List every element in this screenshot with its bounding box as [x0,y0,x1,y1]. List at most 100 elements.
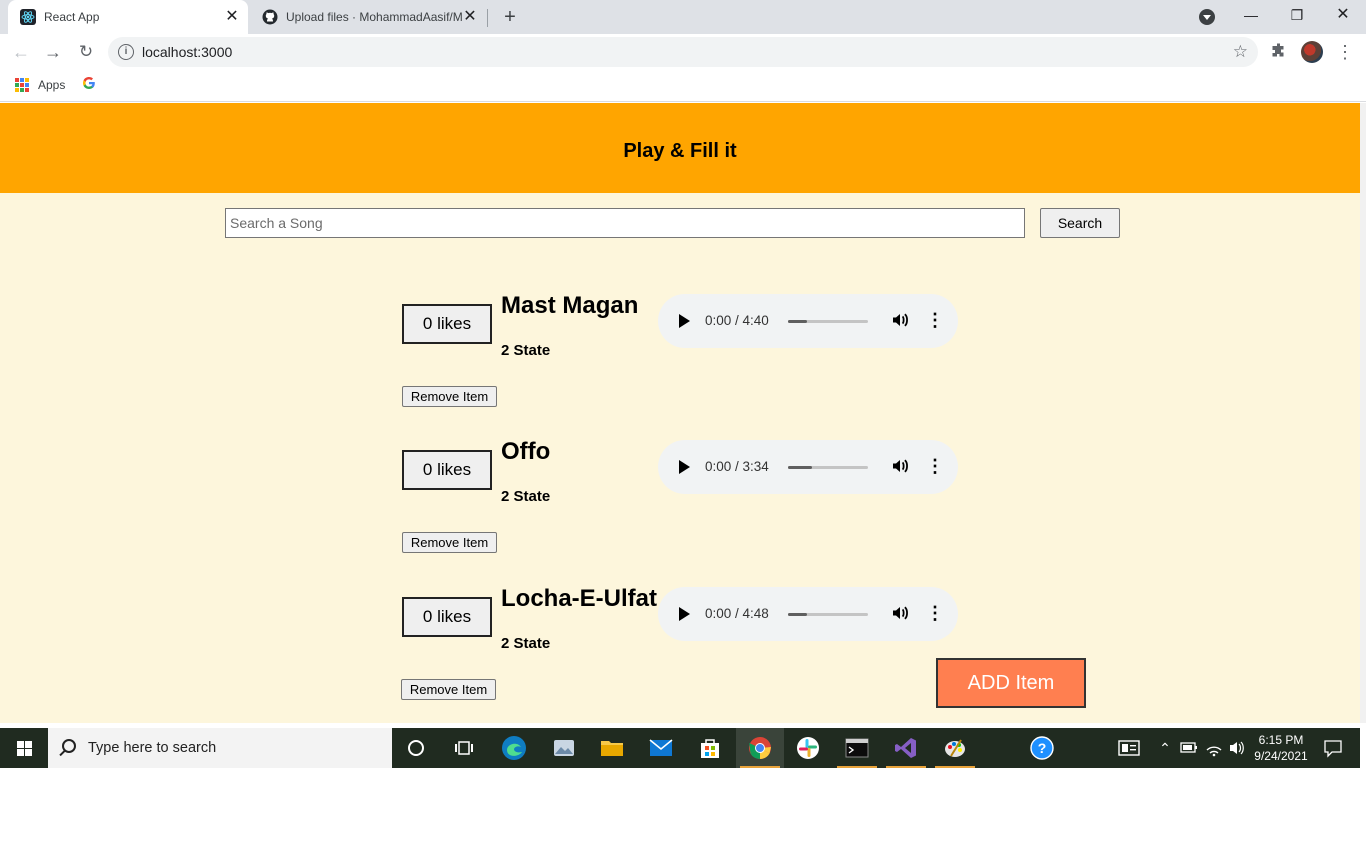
apps-bookmark[interactable]: Apps [38,78,65,92]
terminal-icon[interactable] [833,728,881,768]
windows-logo-icon [17,741,32,756]
news-widget-icon[interactable] [1114,728,1144,768]
seek-progress [788,320,808,323]
clock-date: 9/24/2021 [1254,749,1308,763]
new-tab-icon[interactable]: + [499,6,521,28]
svg-text:?: ? [1038,740,1047,756]
file-explorer-icon[interactable] [588,728,636,768]
volume-icon[interactable] [890,603,910,623]
remove-item-button[interactable]: Remove Item [401,679,496,700]
song-state: 2 State [501,342,551,359]
tab-search-icon[interactable] [1199,9,1215,25]
forward-icon[interactable]: → [41,40,65,64]
audio-time: 0:00 / 4:40 [705,313,769,328]
open-app-indicator [837,766,877,768]
mail-icon[interactable] [637,728,685,768]
battery-icon[interactable] [1179,728,1199,768]
more-options-icon[interactable]: ⋮ [926,456,944,476]
song-title: Locha-E-Ulfat [501,585,657,612]
paint-icon[interactable] [931,728,979,768]
audio-player: 0:00 / 4:40 ⋮ [658,294,958,348]
site-info-icon[interactable]: i [118,44,134,60]
show-hidden-icons-icon[interactable]: ⌃ [1156,728,1174,768]
song-item: 0 likes Offo 2 State 0:00 / 3:34 ⋮ Remov… [402,438,1002,580]
search-input[interactable] [225,208,1025,238]
app-title: Play & Fill it [623,140,737,162]
likes-button[interactable]: 0 likes [402,450,492,490]
volume-icon[interactable] [890,310,910,330]
add-item-button[interactable]: ADD Item [936,658,1086,708]
help-icon[interactable]: ? [1018,728,1066,768]
remove-item-button[interactable]: Remove Item [402,532,497,553]
play-icon[interactable] [679,314,690,328]
song-item: 0 likes Mast Magan 2 State 0:00 / 4:40 ⋮… [402,292,1002,434]
cortana-icon[interactable] [392,728,440,768]
remove-item-button[interactable]: Remove Item [402,386,497,407]
song-title: Mast Magan [501,292,639,319]
minimize-icon[interactable]: — [1228,0,1274,30]
app-page: Play & Fill it Search 0 likes Mast Magan… [0,103,1360,723]
react-icon [20,9,36,25]
song-state: 2 State [501,635,551,652]
song-state: 2 State [501,488,551,505]
browser-menu-icon[interactable]: ⋮ [1336,40,1354,64]
slack-icon[interactable] [784,728,832,768]
back-icon[interactable]: ← [9,40,33,64]
audio-seek-bar[interactable] [788,613,868,616]
active-app-indicator [740,766,780,768]
more-options-icon[interactable]: ⋮ [926,310,944,330]
close-window-icon[interactable]: ✕ [1320,0,1366,30]
google-icon[interactable] [82,76,96,92]
seek-progress [788,466,812,469]
likes-button[interactable]: 0 likes [402,304,492,344]
open-app-indicator [886,766,926,768]
audio-time: 0:00 / 4:48 [705,606,769,621]
edge-icon[interactable] [490,728,538,768]
restore-icon[interactable]: ❐ [1274,0,1320,30]
photos-app-icon[interactable] [540,728,588,768]
speaker-icon[interactable] [1227,728,1247,768]
play-icon[interactable] [679,460,690,474]
task-view-icon[interactable] [440,728,488,768]
bookmark-star-icon[interactable]: ☆ [1233,42,1248,62]
store-icon[interactable] [686,728,734,768]
close-tab-icon[interactable]: ✕ [224,9,240,25]
tab-react-app[interactable]: React App ✕ [8,0,248,34]
tab-github-upload[interactable]: Upload files · MohammadAasif/M ✕ [250,0,486,34]
bookmarks-bar: Apps [0,70,1366,102]
audio-time: 0:00 / 3:34 [705,459,769,474]
audio-player: 0:00 / 3:34 ⋮ [658,440,958,494]
profile-avatar[interactable] [1301,41,1323,63]
open-app-indicator [935,766,975,768]
audio-player: 0:00 / 4:48 ⋮ [658,587,958,641]
song-title: Offo [501,438,551,465]
page-scrollbar[interactable] [1360,103,1366,723]
taskbar-search-placeholder: Type here to search [88,740,217,756]
chrome-icon[interactable] [736,728,784,768]
search-button[interactable]: Search [1040,208,1120,238]
play-icon[interactable] [679,607,690,621]
github-icon [262,9,278,25]
search-icon [62,739,76,753]
app-header: Play & Fill it [0,103,1360,193]
likes-button[interactable]: 0 likes [402,597,492,637]
reload-icon[interactable]: ↻ [74,40,98,64]
apps-grid-icon[interactable] [15,78,29,92]
wifi-icon[interactable] [1204,728,1224,768]
extensions-icon[interactable] [1270,42,1288,60]
visual-studio-icon[interactable] [882,728,930,768]
address-bar[interactable]: i localhost:3000 ☆ [108,37,1258,67]
notifications-icon[interactable] [1320,728,1346,768]
audio-seek-bar[interactable] [788,466,868,469]
url-text: localhost:3000 [142,44,233,60]
song-item: 0 likes Locha-E-Ulfat 2 State 0:00 / 4:4… [401,585,1002,723]
close-tab-icon[interactable]: ✕ [462,9,478,25]
audio-seek-bar[interactable] [788,320,868,323]
tab-separator [487,9,488,27]
taskbar-clock[interactable]: 6:15 PM 9/24/2021 [1248,732,1314,764]
taskbar-search-box[interactable]: Type here to search [48,728,392,768]
windows-taskbar: Type here to search ? ⌃ 6:15 PM 9/24/202… [0,728,1360,768]
start-button[interactable] [0,728,48,768]
more-options-icon[interactable]: ⋮ [926,603,944,623]
volume-icon[interactable] [890,456,910,476]
